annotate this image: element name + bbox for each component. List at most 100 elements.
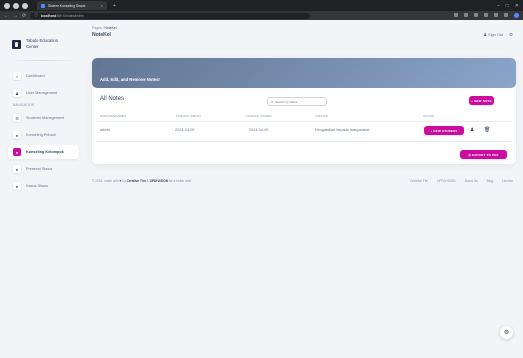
site-info-icon[interactable]: ⓘ [34, 13, 38, 18]
breadcrumb: Pages / NoteKel [92, 26, 513, 30]
sidebar-item-label: Kasus Siswa [26, 184, 48, 188]
breadcrumb-root[interactable]: Pages [92, 26, 102, 30]
reload-icon[interactable]: ⟳ [22, 13, 26, 19]
breadcrumb-current: NoteKel [104, 26, 117, 30]
footer-link-about-us[interactable]: About Us [464, 179, 477, 183]
settings-icon[interactable] [504, 13, 508, 17]
sidebar-item-label: Konseling Kelompok [26, 150, 64, 154]
user-icon: ♟ [483, 32, 488, 37]
footer-link-blog[interactable]: Blog [487, 179, 493, 183]
sidebar-item-presensi-siswa[interactable]: ● Presensi Siswa [8, 162, 79, 176]
footer-and: & [146, 179, 149, 183]
minimize-button[interactable]: – [497, 3, 500, 9]
footer-links: Creative Tim UPDIVISION About Us Blog Li… [410, 179, 513, 183]
maximize-button[interactable]: □ [506, 3, 509, 9]
sign-out-label: Sign Out [488, 33, 503, 37]
brand-logo-icon [12, 39, 21, 49]
sidebar-divider [10, 60, 77, 61]
user-icon: ♟ [13, 89, 21, 97]
cell-created: 2024-04-09 [175, 128, 195, 132]
sign-out-link[interactable]: ♟ Sign Out [483, 32, 503, 38]
search-icon: ⌕ [271, 99, 274, 104]
cell-updated: 2024-04-09 [249, 128, 269, 132]
sidebar: Tabalo Education Center ⌂ Dashboard ♟ Us… [6, 26, 81, 326]
url-field[interactable]: ⓘ localhost/SIKS/notes/index [30, 12, 311, 19]
export-pdf-button[interactable]: ⎙ EXPORT TO PDF [460, 150, 507, 159]
footer-team-link[interactable]: Creative Tim [127, 179, 146, 183]
top-navbar: Pages / NoteKel NoteKel ♟ Sign Out ⚙ [92, 26, 513, 48]
page-title: NoteKel [92, 32, 111, 38]
check-icon: ● [13, 165, 21, 173]
table-divider [96, 121, 512, 122]
cell-name: admin [100, 128, 111, 132]
url-path: /SIKS/notes/index [56, 13, 84, 18]
table-header: NAMA PENGAMBIL TANGGAL DIBUAT TANGGAL DI… [100, 114, 510, 120]
profile-avatar[interactable] [514, 13, 519, 18]
notes-heading: All Notes [100, 96, 125, 102]
browser-address-bar: ← → ⟳ ⓘ localhost/SIKS/notes/index [0, 11, 523, 20]
footer-by: by [122, 179, 126, 183]
history-icon[interactable] [13, 2, 19, 9]
sidebar-section-heading: NAVIGATION [13, 103, 35, 107]
sidebar-item-konseling-pribadi[interactable]: ● Konseling Pribadi [8, 128, 79, 142]
favicon-icon [41, 3, 45, 8]
gear-icon[interactable]: ⚙ [509, 32, 513, 38]
footer-copyright: © 2024, made with ♥ by Creative Tim & UP… [92, 179, 192, 183]
brand-name: Tabalo Education Center [26, 38, 59, 49]
configurator-gear-button[interactable]: ⚙ [500, 326, 513, 339]
sidebar-item-konseling-kelompok[interactable]: ● Konseling Kelompok [8, 145, 79, 159]
bookmark-icon[interactable] [494, 13, 498, 17]
sidebar-item-label: Presensi Siswa [26, 167, 52, 171]
window-controls: – □ ✕ [497, 3, 519, 9]
download-icon[interactable] [484, 13, 488, 17]
banner-title: Add, Edit, and Remove Notes! [100, 77, 160, 82]
group-icon: ● [13, 148, 21, 156]
footer-link-creative-tim[interactable]: Creative Tim [410, 179, 428, 183]
sidebar-item-students-management[interactable]: ☰ Students Management [8, 111, 79, 125]
star-icon[interactable] [464, 13, 468, 17]
cell-note: Pengabdian kepada masyarakat [315, 128, 370, 132]
browser-toolbar-icons [454, 13, 519, 18]
tab-actions-icon[interactable] [22, 2, 28, 9]
new-student-button[interactable]: + NEW STUDENT [424, 126, 464, 135]
close-window-button[interactable]: ✕ [515, 3, 519, 9]
tab-close-icon[interactable]: × [101, 3, 103, 8]
search-box: ⌕ [267, 97, 327, 106]
window-menu-icon[interactable] [4, 2, 10, 9]
sidebar-item-label: Konseling Pribadi [26, 133, 56, 137]
column-header-action: ACTION [423, 114, 435, 118]
search-input[interactable] [275, 99, 323, 104]
list-icon: ☰ [13, 114, 21, 122]
sidebar-item-dashboard[interactable]: ⌂ Dashboard [8, 69, 79, 83]
new-note-button[interactable]: + NEW NOTE [469, 96, 494, 105]
sidebar-item-kasus-siswa[interactable]: ● Kasus Siswa [8, 179, 79, 193]
brand[interactable]: Tabalo Education Center [6, 26, 81, 56]
footer-copy-prefix: © 2024, made with [92, 179, 119, 183]
header-banner: Add, Edit, and Remove Notes! [92, 58, 516, 88]
back-icon[interactable]: ← [4, 13, 9, 19]
column-header-tanggal-diubah: TANGGAL DIUBAH [246, 114, 272, 118]
gear-icon: ⚙ [503, 330, 510, 336]
case-icon: ● [13, 182, 21, 190]
cast-icon[interactable] [454, 13, 458, 17]
sidebar-item-user-management[interactable]: ♟ User Management [8, 86, 79, 100]
footer-link-updivision[interactable]: UPDIVISION [437, 179, 455, 183]
forward-icon[interactable]: → [13, 13, 18, 19]
trash-icon[interactable]: 🗑 [484, 127, 490, 133]
footer-copy-suffix: for a better web. [168, 179, 192, 183]
column-header-catatan: CATATAN [315, 114, 328, 118]
browser-tab-title: Sistem Konseling Siswa [48, 3, 86, 8]
browser-tab-bar: Sistem Konseling Siswa × + – □ ✕ [0, 0, 523, 11]
add-user-icon[interactable]: ♟ [470, 127, 474, 133]
footer-link-license[interactable]: License [502, 179, 513, 183]
extension-icon[interactable] [474, 13, 478, 17]
footer-brand-link[interactable]: UPDIVISION [150, 179, 168, 183]
browser-tab[interactable]: Sistem Konseling Siswa × [37, 1, 107, 10]
export-pdf-label: EXPORT TO PDF [471, 152, 499, 157]
sidebar-item-label: Students Management [26, 116, 65, 120]
url-host: localhost [40, 13, 57, 18]
new-tab-button[interactable]: + [113, 3, 116, 9]
sidebar-item-label: User Management [26, 91, 58, 95]
table-divider [96, 141, 512, 142]
topnav-actions: ♟ Sign Out ⚙ [483, 32, 513, 38]
